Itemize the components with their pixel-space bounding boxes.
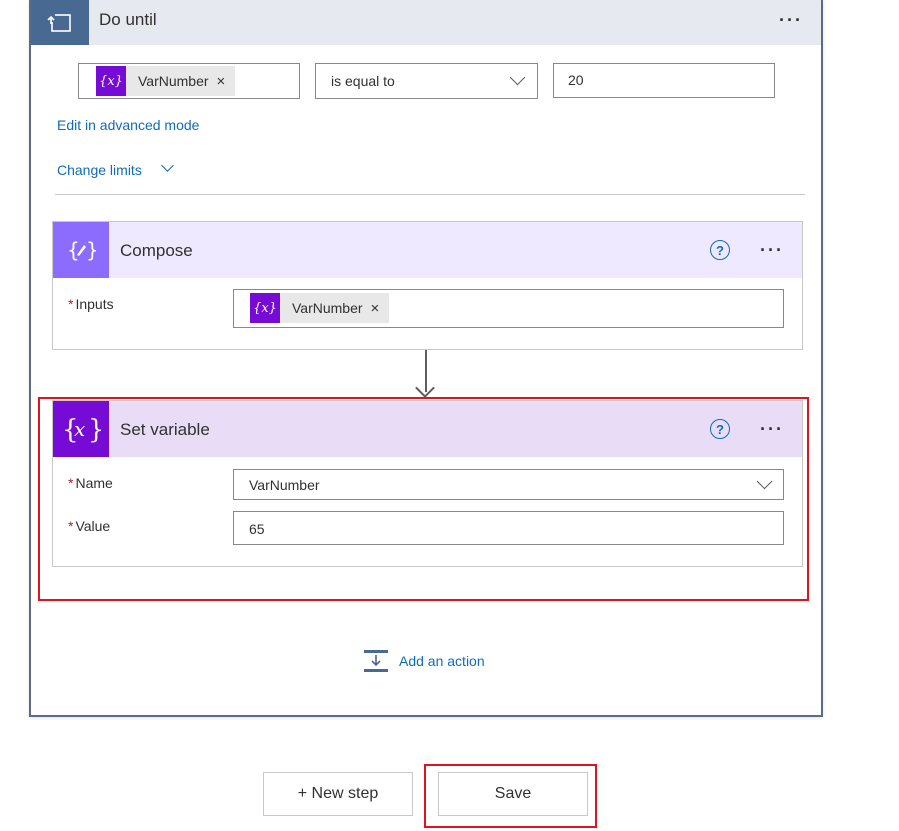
save-button[interactable]: Save [438, 772, 588, 816]
chevron-down-icon [509, 69, 526, 86]
inputs-field[interactable]: {x} VarNumber × [233, 289, 784, 328]
inputs-label-text: Inputs [75, 296, 114, 312]
edit-in-advanced-mode-link[interactable]: Edit in advanced mode [57, 117, 199, 133]
variable-icon: {x} [96, 66, 126, 96]
do-until-card: Do until ··· {x} VarNumber × is equal to… [29, 0, 823, 717]
loop-icon [31, 0, 89, 45]
token-label: VarNumber [138, 73, 209, 89]
highlight-frame [38, 397, 809, 601]
token-label: VarNumber [292, 300, 363, 316]
inputs-label: * Inputs [68, 296, 114, 312]
condition-operator-dropdown[interactable]: is equal to [315, 63, 538, 99]
compose-action-card: { } Compose ? ··· *Inputs {x} VarNumber … [52, 221, 803, 350]
change-limits-label: Change limits [57, 162, 142, 178]
do-until-header[interactable]: Do until ··· [31, 0, 821, 45]
compose-icon: { } [53, 222, 109, 278]
svg-text:}: } [86, 238, 96, 262]
operand-value: 20 [568, 72, 584, 88]
arrow-down-icon [415, 378, 435, 398]
token-remove-icon[interactable]: × [209, 73, 236, 90]
operator-value: is equal to [331, 73, 395, 89]
condition-right-operand-field[interactable]: 20 [553, 63, 775, 98]
token-remove-icon[interactable]: × [363, 300, 390, 317]
compose-title: Compose [120, 241, 193, 260]
compose-header[interactable]: { } Compose ? ··· [53, 222, 802, 278]
help-icon[interactable]: ? [710, 240, 730, 260]
add-action-icon [364, 650, 388, 672]
do-until-title: Do until [99, 10, 157, 29]
new-step-button[interactable]: + New step [263, 772, 413, 816]
add-an-action-label: Add an action [399, 653, 485, 669]
svg-text:{: { [67, 238, 80, 262]
varnumber-token[interactable]: {x} VarNumber × [250, 293, 390, 323]
condition-left-operand-field[interactable]: {x} VarNumber × [78, 63, 300, 99]
variable-icon: {x} [250, 293, 280, 323]
add-an-action-link[interactable]: Add an action [363, 649, 485, 673]
do-until-more-options-icon[interactable]: ··· [779, 11, 803, 29]
chevron-down-icon [161, 159, 174, 172]
flow-designer-canvas: Do until ··· {x} VarNumber × is equal to… [0, 0, 899, 831]
change-limits-link[interactable]: Change limits [57, 159, 174, 178]
compose-more-options-icon[interactable]: ··· [760, 241, 784, 259]
varnumber-token[interactable]: {x} VarNumber × [96, 66, 236, 96]
divider [55, 194, 805, 195]
required-marker: * [68, 296, 74, 312]
